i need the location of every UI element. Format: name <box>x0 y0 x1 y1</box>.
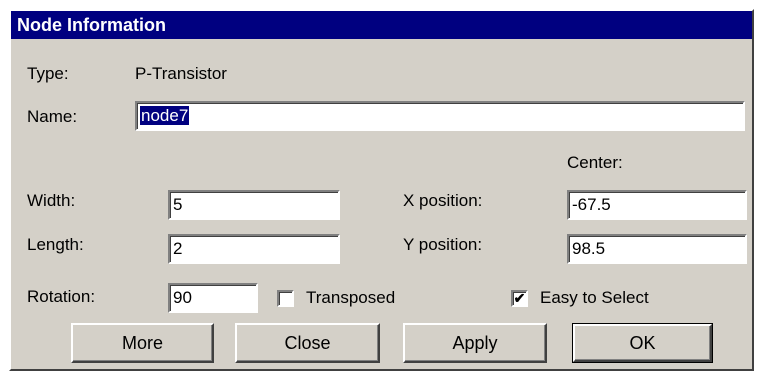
width-field[interactable]: 5 <box>168 190 340 220</box>
type-value: P-Transistor <box>135 64 227 83</box>
name-field-value: node7 <box>140 106 190 125</box>
more-button[interactable]: More <box>71 323 214 363</box>
dialog-title-bar: Node Information <box>11 11 752 39</box>
close-button[interactable]: Close <box>235 323 380 363</box>
name-label: Name: <box>27 107 78 126</box>
transposed-checkbox-box[interactable] <box>277 289 294 307</box>
easy-to-select-label: Easy to Select <box>540 288 649 307</box>
x-position-field[interactable]: -67.5 <box>567 190 747 220</box>
x-position-label: X position: <box>403 191 483 210</box>
y-position-field[interactable]: 98.5 <box>567 234 747 264</box>
name-field[interactable]: node7 <box>135 101 745 131</box>
center-label: Center: <box>567 153 623 172</box>
length-label: Length: <box>27 235 84 254</box>
y-position-label: Y position: <box>403 235 483 254</box>
length-field[interactable]: 2 <box>168 234 340 264</box>
easy-to-select-checkbox[interactable]: ✔ Easy to Select <box>511 288 649 308</box>
transposed-checkbox[interactable]: Transposed <box>277 288 395 308</box>
rotation-label: Rotation: <box>27 287 96 306</box>
rotation-field[interactable]: 90 <box>168 283 258 313</box>
apply-button[interactable]: Apply <box>403 323 547 363</box>
checkmark-icon: ✔ <box>513 290 526 306</box>
transposed-label: Transposed <box>306 288 396 307</box>
type-label: Type: <box>27 64 69 83</box>
width-label: Width: <box>27 191 76 210</box>
node-information-dialog: Node Information Type: P-Transistor Name… <box>9 9 754 371</box>
ok-button[interactable]: OK <box>572 323 713 363</box>
easy-to-select-checkbox-box[interactable]: ✔ <box>511 289 528 307</box>
